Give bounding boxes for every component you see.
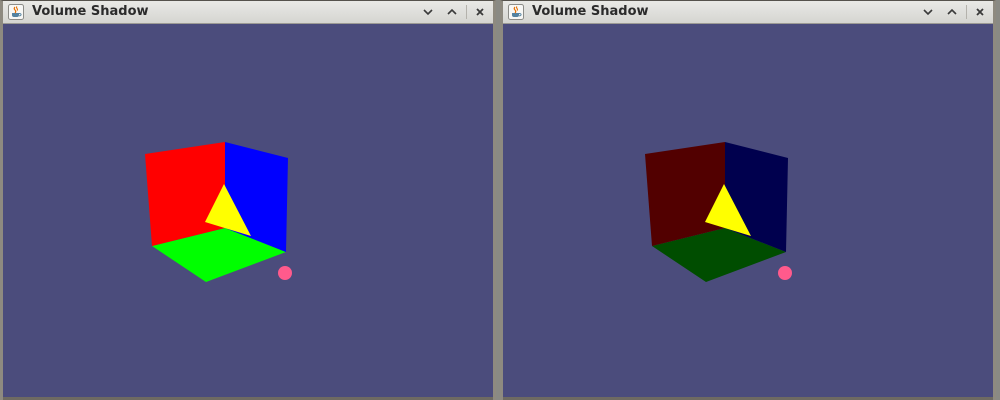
minimize-button[interactable] xyxy=(919,3,937,21)
titlebar[interactable]: Volume Shadow xyxy=(503,1,993,24)
render-canvas[interactable] xyxy=(503,24,993,397)
render-canvas[interactable] xyxy=(3,24,493,397)
chevron-up-icon xyxy=(447,8,457,15)
close-button[interactable] xyxy=(971,3,989,21)
minimize-button[interactable] xyxy=(419,3,437,21)
scene-left-wall xyxy=(645,142,725,246)
close-icon xyxy=(976,8,984,16)
titlebar-separator xyxy=(466,5,467,19)
window-volume-shadow-lit: Volume Shadow xyxy=(0,0,496,400)
java-cup-icon[interactable] xyxy=(8,4,24,20)
scene-light-source xyxy=(778,266,792,280)
java-cup-icon[interactable] xyxy=(508,4,524,20)
window-volume-shadow-shaded: Volume Shadow xyxy=(500,0,996,400)
maximize-button[interactable] xyxy=(443,3,461,21)
window-title: Volume Shadow xyxy=(32,4,149,19)
chevron-up-icon xyxy=(947,8,957,15)
maximize-button[interactable] xyxy=(943,3,961,21)
chevron-down-icon xyxy=(423,9,433,16)
window-title: Volume Shadow xyxy=(532,4,649,19)
scene-left-wall xyxy=(145,142,225,246)
titlebar[interactable]: Volume Shadow xyxy=(3,1,493,24)
scene-graphic xyxy=(645,142,792,282)
close-button[interactable] xyxy=(471,3,489,21)
titlebar-separator xyxy=(966,5,967,19)
scene-light-source xyxy=(278,266,292,280)
scene-graphic xyxy=(145,142,292,282)
chevron-down-icon xyxy=(923,9,933,16)
close-icon xyxy=(476,8,484,16)
